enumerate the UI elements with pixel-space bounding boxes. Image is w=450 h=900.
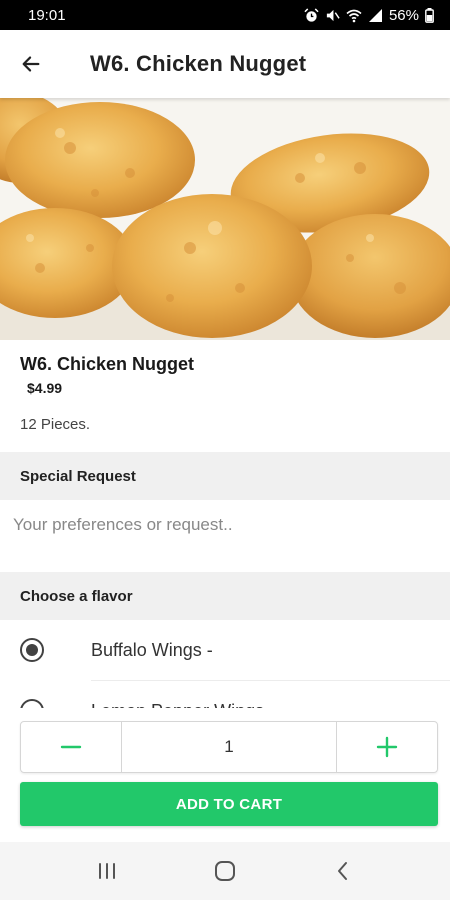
alarm-icon: [304, 7, 319, 22]
home-icon: [215, 861, 235, 881]
item-price: $4.99: [27, 380, 63, 396]
chicken-nugget-photo: [0, 98, 450, 340]
app-bar: W6. Chicken Nugget: [0, 30, 450, 98]
flavor-option-label: Buffalo Wings -: [91, 639, 213, 660]
quantity-stepper: 1: [20, 721, 438, 773]
wifi-icon: [346, 9, 362, 22]
add-to-cart-button[interactable]: ADD TO CART: [20, 782, 438, 826]
quantity-value: 1: [121, 722, 337, 772]
item-description: 12 Pieces.: [20, 416, 91, 433]
minus-icon: [60, 745, 82, 749]
system-back-button[interactable]: [318, 846, 368, 896]
item-name: W6. Chicken Nugget: [20, 354, 195, 374]
battery-level: 56%: [388, 6, 419, 24]
flavor-header: Choose a flavor: [0, 572, 450, 620]
flavor-option-buffalo-wings[interactable]: Buffalo Wings -: [0, 620, 450, 681]
mute-icon: [326, 9, 340, 21]
signal-icon: [368, 9, 382, 22]
plus-icon: [376, 736, 398, 758]
system-nav-bar: [0, 842, 450, 900]
special-request-header: Special Request: [0, 452, 450, 500]
radio-button-selected[interactable]: [20, 638, 44, 662]
back-icon: [338, 862, 347, 880]
flavor-list: Buffalo Wings - Lemon Pepper Wings: [0, 620, 450, 710]
increment-button[interactable]: [337, 722, 437, 772]
item-image: [0, 98, 450, 340]
decrement-button[interactable]: [21, 722, 121, 772]
status-time: 19:01: [28, 6, 66, 24]
special-request-title: Special Request: [20, 467, 136, 485]
flavor-title: Choose a flavor: [20, 587, 133, 605]
status-icons: 56%: [304, 7, 434, 24]
status-bar: 19:01 56%: [0, 0, 450, 30]
page-title: W6. Chicken Nugget: [90, 51, 307, 76]
battery-icon: [425, 7, 434, 23]
back-button[interactable]: [0, 30, 62, 98]
arrow-left-icon: [22, 56, 40, 72]
order-panel: 1 ADD TO CART: [0, 708, 450, 842]
home-button[interactable]: [200, 846, 250, 896]
flavor-option-lemon-pepper-wings[interactable]: Lemon Pepper Wings: [0, 681, 450, 710]
special-request-input[interactable]: [0, 500, 450, 572]
recent-apps-icon: [99, 863, 115, 879]
recent-apps-button[interactable]: [82, 846, 132, 896]
